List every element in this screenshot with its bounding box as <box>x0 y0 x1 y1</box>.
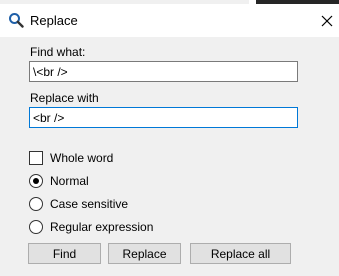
normal-radio[interactable] <box>29 174 43 188</box>
replace-with-label: Replace with <box>30 91 99 105</box>
mode-option-regular-expression[interactable]: Regular expression <box>29 220 153 234</box>
find-what-input[interactable] <box>29 61 298 82</box>
mode-option-case-sensitive[interactable]: Case sensitive <box>29 197 128 211</box>
replace-button[interactable]: Replace <box>108 243 181 264</box>
mode-option-normal[interactable]: Normal <box>29 174 89 188</box>
whole-word-label: Whole word <box>50 151 114 165</box>
replace-with-input[interactable] <box>29 107 298 128</box>
find-button[interactable]: Find <box>28 243 101 264</box>
regular-expression-label: Regular expression <box>50 220 154 234</box>
replace-all-button[interactable]: Replace all <box>190 243 291 264</box>
whole-word-option[interactable]: Whole word <box>29 151 113 165</box>
close-icon <box>321 15 332 27</box>
window-title: Replace <box>30 13 78 28</box>
search-replace-icon <box>8 12 24 28</box>
title-bar: Replace <box>0 4 339 37</box>
whole-word-checkbox[interactable] <box>29 151 43 165</box>
case-sensitive-label: Case sensitive <box>50 197 129 211</box>
case-sensitive-radio[interactable] <box>29 197 43 211</box>
find-what-label: Find what: <box>30 45 86 59</box>
normal-label: Normal <box>50 174 89 188</box>
close-button[interactable] <box>314 8 339 34</box>
regular-expression-radio[interactable] <box>29 220 43 234</box>
